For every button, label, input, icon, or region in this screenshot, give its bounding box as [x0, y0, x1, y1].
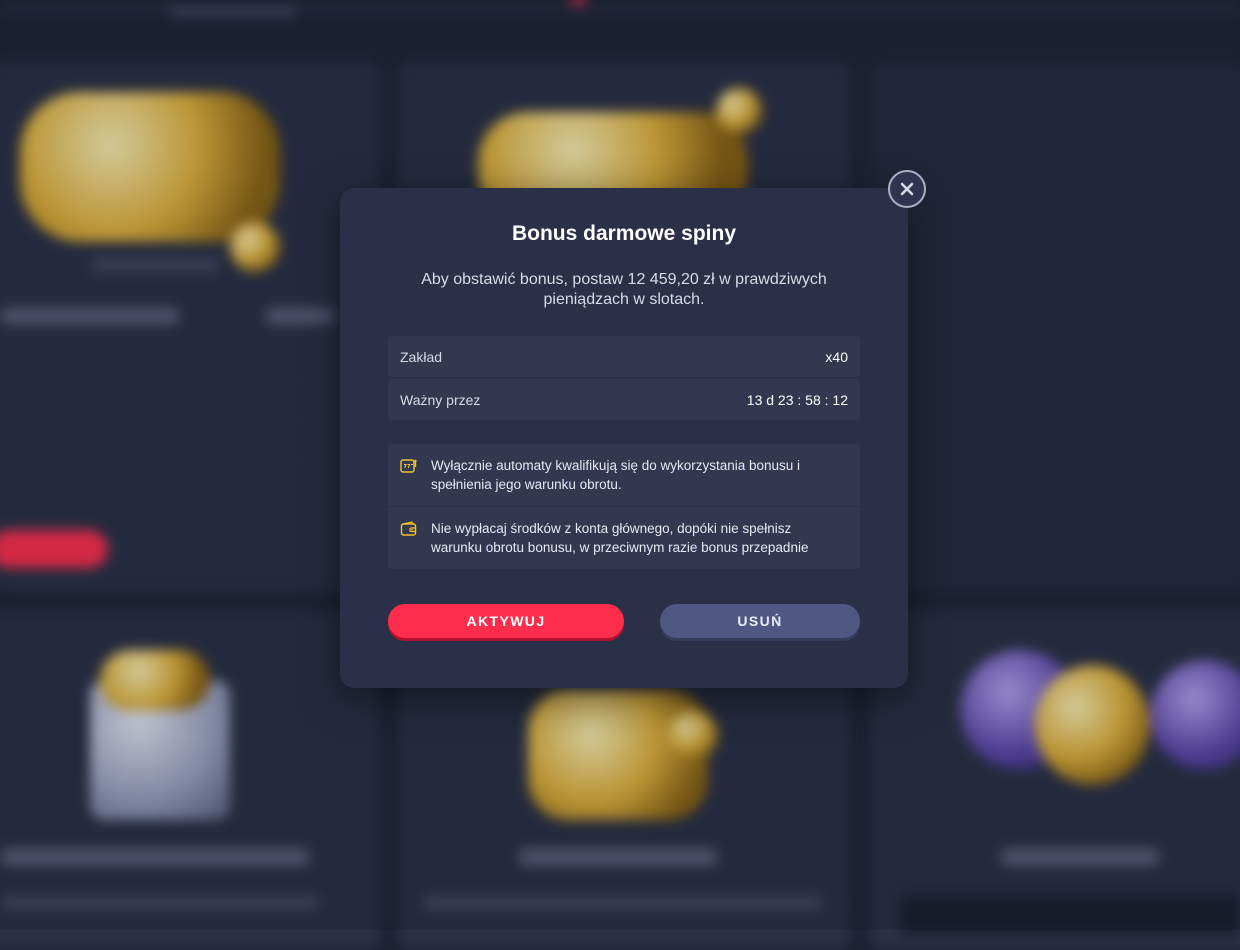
note-text: Wyłącznie automaty kwalifikują się do wy… [431, 458, 801, 492]
wager-label: Zakład [400, 348, 443, 365]
modal-title: Bonus darmowe spiny [511, 222, 737, 245]
bonus-notes: Wyłącznie automaty kwalifikują się do wy… [388, 444, 860, 569]
close-icon [900, 182, 914, 196]
bonus-modal: Bonus darmowe spiny Aby obstawić bonus, … [340, 188, 908, 688]
modal-description: Aby obstawić bonus, postaw 12 459,20 zł … [421, 271, 827, 308]
validity-row: Ważny przez 13 d 23 : 58 : 12 [388, 379, 860, 420]
wager-value: x40 [825, 348, 848, 365]
close-button[interactable] [888, 170, 926, 208]
wallet-icon [400, 521, 417, 536]
remove-button[interactable]: USUŃ [660, 604, 860, 638]
note-text: Nie wypłacaj środków z konta głównego, d… [431, 521, 809, 555]
wager-row: Zakład x40 [388, 336, 860, 377]
validity-countdown: 13 d 23 : 58 : 12 [746, 391, 848, 408]
activate-button[interactable]: AKTYWUJ [388, 604, 624, 638]
validity-label: Ważny przez [400, 391, 481, 408]
note-no-withdrawal: Nie wypłacaj środków z konta głównego, d… [388, 506, 860, 569]
bonus-info-table: Zakład x40 Ważny przez 13 d 23 : 58 : 12 [388, 336, 860, 422]
slot-machine-icon [400, 459, 417, 473]
note-slots-only: Wyłącznie automaty kwalifikują się do wy… [388, 444, 860, 506]
